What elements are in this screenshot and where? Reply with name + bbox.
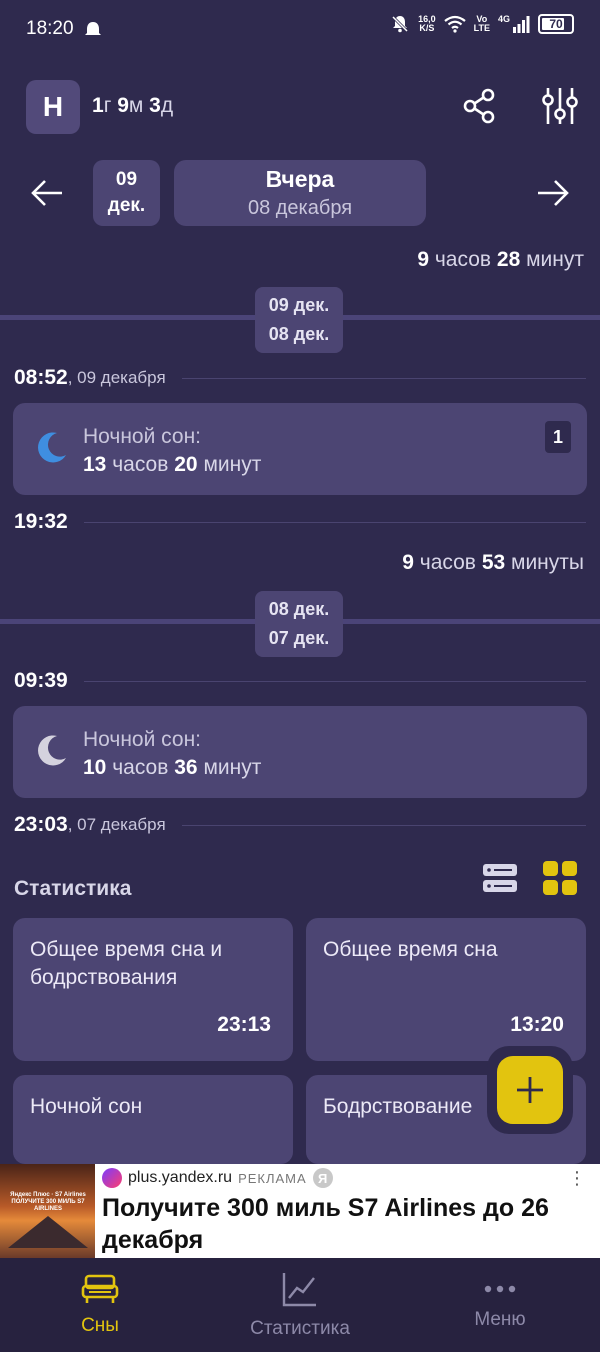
grid-view-button[interactable] bbox=[540, 858, 580, 898]
selected-date[interactable]: Вчера 08 декабря bbox=[174, 160, 426, 226]
stats-title: Статистика bbox=[14, 877, 132, 900]
ad-options-icon[interactable]: ⋮ bbox=[568, 1168, 586, 1189]
arrow-left-icon bbox=[31, 180, 62, 206]
arrow-right-icon bbox=[538, 180, 569, 206]
ad-title: Получите 300 миль S7 Airlines до 26 дека… bbox=[102, 1194, 549, 1254]
current-date-chip[interactable]: 09 дек. bbox=[93, 160, 160, 226]
moon-icon bbox=[38, 735, 66, 766]
event-time: 19:32 bbox=[14, 509, 586, 535]
ad-banner[interactable]: Яндекс Плюс · S7 Airlines ПОЛУЧИТЕ 300 М… bbox=[0, 1164, 600, 1258]
nav-item-menu[interactable]: Меню bbox=[400, 1258, 600, 1352]
bottom-navigation: Сны Статистика Меню bbox=[0, 1258, 600, 1352]
grid-view-icon bbox=[543, 861, 577, 895]
day-divider-chip: 08 дек. 07 дек. bbox=[255, 591, 343, 657]
yandex-logo-icon: Я bbox=[312, 1168, 333, 1188]
previous-day-button[interactable] bbox=[22, 168, 72, 218]
list-view-button[interactable] bbox=[480, 858, 520, 898]
more-icon bbox=[484, 1285, 516, 1293]
bed-icon bbox=[81, 1274, 119, 1303]
wake-count-badge: 1 bbox=[545, 421, 571, 453]
moon-icon bbox=[38, 432, 66, 463]
day-divider-chip: 09 дек. 08 дек. bbox=[255, 287, 343, 353]
stat-card-sleep[interactable]: Общее время сна 13:20 bbox=[306, 918, 586, 1061]
status-time: 18:20 bbox=[26, 18, 74, 39]
plus-logo-icon bbox=[102, 1168, 122, 1188]
plus-icon bbox=[517, 1077, 543, 1103]
child-age: 1г 9м 3д bbox=[92, 94, 174, 117]
ad-image: Яндекс Плюс · S7 Airlines ПОЛУЧИТЕ 300 М… bbox=[0, 1164, 95, 1258]
nav-item-statistics[interactable]: Статистика bbox=[200, 1258, 400, 1352]
stat-card-night-sleep[interactable]: Ночной сон bbox=[13, 1075, 293, 1164]
status-bar: 18:20 16,0 K/S Vo LTE 4G 70 bbox=[0, 0, 600, 60]
next-day-button[interactable] bbox=[528, 168, 578, 218]
sliders-icon bbox=[542, 88, 578, 124]
signal-icon: 4G bbox=[498, 15, 530, 33]
stat-card-total[interactable]: Общее время сна и бодрствования 23:13 bbox=[13, 918, 293, 1061]
event-time: 08:52, 09 декабря bbox=[14, 365, 586, 391]
awake-duration: 9 часов 53 минуты bbox=[402, 551, 584, 574]
profile-avatar[interactable]: Н bbox=[26, 80, 80, 134]
volte-indicator: Vo LTE bbox=[473, 14, 490, 33]
event-time: 09:39 bbox=[14, 668, 586, 694]
sleep-entry-card[interactable]: Ночной сон: 13 часов 20 минут 1 bbox=[13, 403, 587, 495]
add-entry-button[interactable] bbox=[497, 1056, 563, 1124]
list-view-icon bbox=[483, 864, 517, 892]
wifi-icon bbox=[443, 15, 466, 33]
ad-source: plus.yandex.ru РЕКЛАМА Я bbox=[102, 1168, 333, 1188]
bell-off-icon bbox=[392, 15, 409, 33]
status-icons: 16,0 K/S Vo LTE 4G 70 bbox=[390, 14, 574, 34]
nav-item-dreams[interactable]: Сны bbox=[0, 1258, 200, 1352]
net-speed: 16,0 K/S bbox=[418, 14, 436, 33]
notification-icon bbox=[85, 22, 101, 35]
event-time: 23:03, 07 декабря bbox=[14, 812, 586, 838]
sleep-entry-card[interactable]: Ночной сон: 10 часов 36 минут bbox=[13, 706, 587, 798]
filter-settings-button[interactable] bbox=[538, 84, 582, 128]
awake-duration: 9 часов 28 минут bbox=[417, 248, 584, 271]
share-button[interactable] bbox=[458, 84, 502, 128]
share-icon bbox=[463, 88, 495, 124]
chart-line-icon bbox=[282, 1273, 316, 1307]
battery-indicator: 70 bbox=[538, 14, 574, 34]
